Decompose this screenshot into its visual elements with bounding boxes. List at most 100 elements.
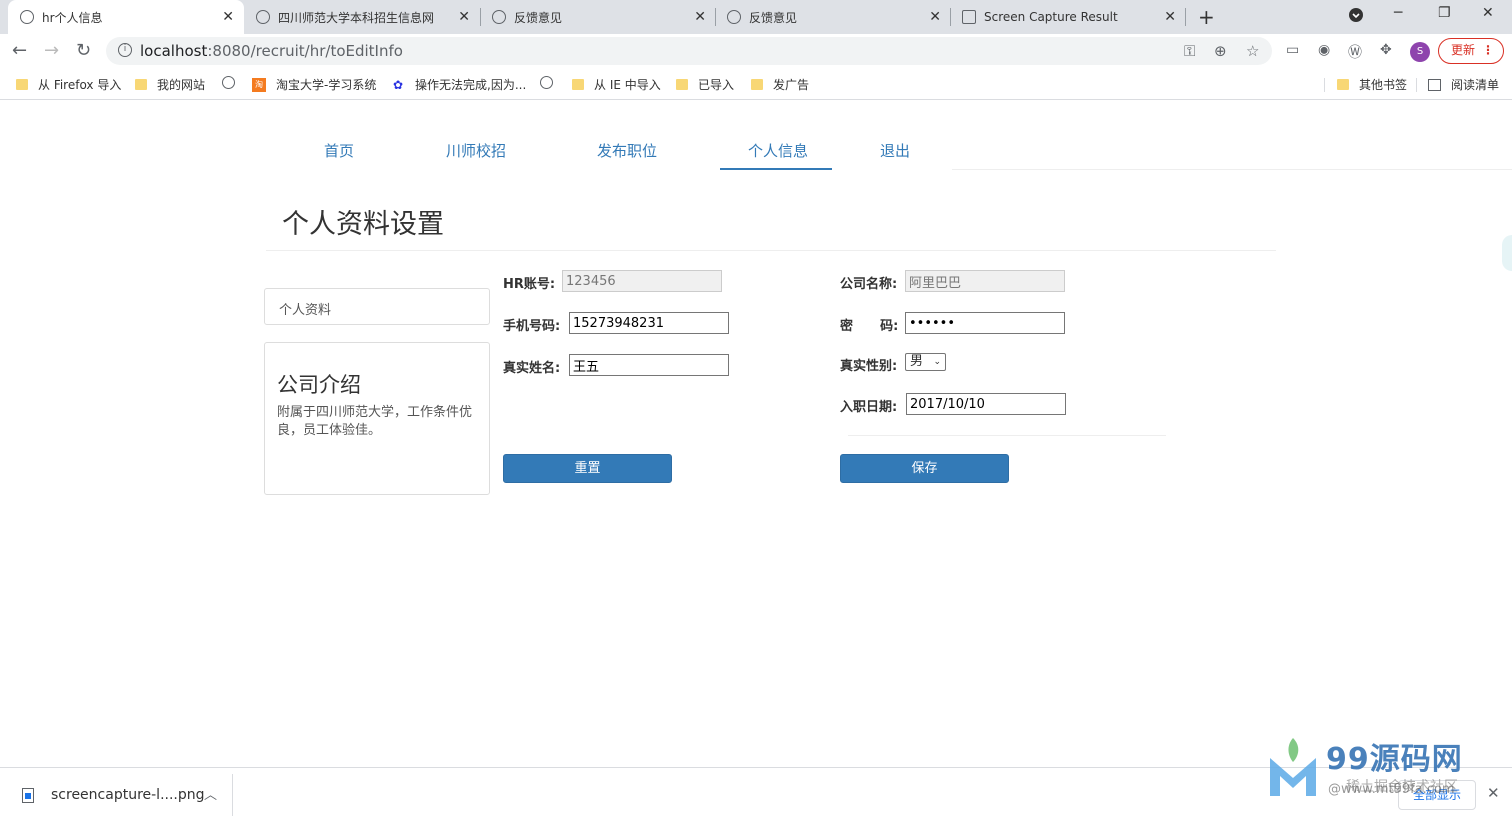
info-icon[interactable]: i	[118, 43, 132, 57]
tab-sicnu[interactable]: 四川师范大学本科招生信息网 ✕	[244, 0, 480, 34]
phone-label: 手机号码:	[503, 319, 561, 334]
chevron-up-icon[interactable]: ︿	[204, 784, 217, 803]
image-file-icon	[22, 788, 34, 803]
bookmark-globe[interactable]	[222, 76, 245, 89]
realname-label: 真实姓名:	[503, 361, 561, 376]
key-icon[interactable]: ⚿	[1184, 42, 1195, 60]
globe-icon	[20, 10, 34, 24]
download-file-name[interactable]: screencapture-l....png	[51, 787, 205, 803]
company-label: 公司名称:	[840, 277, 898, 292]
bookmark-firefox-import[interactable]: 从 Firefox 导入	[16, 76, 121, 93]
bookmark-ads[interactable]: 发广告	[751, 76, 809, 93]
bookmark-taobao[interactable]: 淘淘宝大学-学习系统	[252, 76, 376, 93]
sidebar-item-profile[interactable]: 个人资料	[264, 288, 490, 325]
company-field[interactable]	[905, 270, 1065, 292]
bookmark-divider	[1324, 78, 1325, 92]
tab-feedback-1[interactable]: 反馈意见 ✕	[480, 0, 716, 34]
hr-account-field[interactable]	[562, 270, 722, 292]
taobao-icon: 淘	[252, 77, 266, 92]
tab-title: 反馈意见	[749, 10, 798, 25]
globe-icon	[222, 76, 235, 89]
side-widget[interactable]	[1502, 235, 1512, 271]
realname-field[interactable]	[569, 354, 729, 376]
intro-text: 附属于四川师范大学，工作条件优良，员工体验佳。	[277, 405, 473, 438]
close-icon[interactable]: ✕	[1164, 9, 1176, 25]
phone-field[interactable]	[569, 312, 729, 334]
nav-campus-recruit[interactable]: 川师校招	[446, 140, 506, 161]
download-divider	[232, 774, 233, 816]
watermark-url: @www.mt99fa.com	[1328, 782, 1455, 797]
puzzle-icon[interactable]: ✥	[1380, 42, 1392, 58]
watermark-logo-icon	[1270, 738, 1316, 796]
tab-divider	[1185, 8, 1186, 26]
screen-icon[interactable]: ▭	[1286, 42, 1299, 58]
back-button[interactable]: ←	[12, 40, 27, 61]
star-icon[interactable]: ☆	[1246, 42, 1259, 60]
nav-logout[interactable]: 退出	[880, 140, 910, 161]
nav-home[interactable]: 首页	[324, 140, 354, 161]
password-field[interactable]	[905, 312, 1065, 334]
joindate-field[interactable]	[906, 393, 1066, 415]
globe-icon	[492, 10, 506, 24]
close-window-button[interactable]: ✕	[1482, 5, 1494, 21]
nav-post-job[interactable]: 发布职位	[597, 140, 657, 161]
close-icon[interactable]: ✕	[222, 9, 234, 25]
globe-icon	[256, 10, 270, 24]
bookmark-divider	[1416, 78, 1417, 92]
gender-label: 真实性别:	[840, 359, 898, 374]
bookmark-other[interactable]: 其他书签	[1337, 76, 1407, 93]
folder-icon	[676, 79, 688, 90]
tab-title: hr个人信息	[42, 10, 103, 25]
save-button[interactable]: 保存	[840, 454, 1009, 483]
forward-button[interactable]: →	[44, 40, 59, 61]
gender-select[interactable]: 男 ⌄	[905, 353, 946, 371]
minimize-button[interactable]: ─	[1394, 5, 1402, 21]
camera-icon[interactable]: ◉	[1318, 42, 1330, 58]
company-intro-panel: 公司介绍 附属于四川师范大学，工作条件优良，员工体验佳。	[264, 342, 490, 495]
globe-icon	[727, 10, 741, 24]
chevron-down-icon: ⌄	[933, 357, 941, 367]
folder-icon	[16, 79, 28, 90]
reset-button[interactable]: 重置	[503, 454, 672, 483]
close-icon[interactable]: ✕	[458, 9, 470, 25]
globe-icon	[540, 76, 553, 89]
tab-title: 四川师范大学本科招生信息网	[278, 10, 435, 25]
restore-button[interactable]: ❐	[1438, 5, 1451, 21]
update-button[interactable]: 更新 ⋮	[1438, 38, 1504, 64]
w-extension-icon[interactable]: Ⓦ	[1348, 42, 1362, 62]
folder-icon	[572, 79, 584, 90]
tab-hr-info[interactable]: hr个人信息 ✕	[8, 0, 244, 34]
hr-account-label: HR账号:	[503, 277, 556, 292]
title-divider	[266, 250, 1276, 251]
bookmark-my-site[interactable]: 我的网站	[135, 76, 205, 93]
tab-strip: hr个人信息 ✕ 四川师范大学本科招生信息网 ✕ 反馈意见 ✕ 反馈意见 ✕ S…	[0, 0, 1512, 34]
form-divider	[848, 435, 1166, 436]
tab-screen-capture[interactable]: Screen Capture Result ✕	[950, 0, 1186, 34]
nav-active-indicator	[720, 168, 832, 170]
folder-icon	[1337, 79, 1349, 90]
bookmarks-bar: 从 Firefox 导入 我的网站 淘淘宝大学-学习系统 ✿ 操作无法完成,因为.…	[0, 68, 1512, 100]
joindate-label: 入职日期:	[840, 400, 898, 415]
reading-list-icon	[1428, 78, 1441, 91]
bookmark-globe-2[interactable]	[540, 76, 563, 89]
bookmark-ie-import[interactable]: 从 IE 中导入	[572, 76, 661, 93]
folder-icon	[751, 79, 763, 90]
tab-search-icon[interactable]	[1348, 7, 1364, 27]
reload-button[interactable]: ↻	[76, 40, 91, 61]
new-tab-button[interactable]: +	[1198, 5, 1215, 29]
avatar[interactable]: S	[1410, 42, 1430, 62]
nav-personal-info[interactable]: 个人信息	[748, 140, 808, 161]
bookmark-imported[interactable]: 已导入	[676, 76, 734, 93]
close-icon[interactable]: ✕	[929, 9, 941, 25]
reading-list[interactable]: 阅读清单	[1428, 76, 1499, 93]
tab-title: Screen Capture Result	[984, 10, 1118, 24]
tab-feedback-2[interactable]: 反馈意见 ✕	[715, 0, 951, 34]
bookmark-error[interactable]: ✿ 操作无法完成,因为...	[393, 76, 526, 93]
page-title: 个人资料设置	[282, 209, 444, 240]
zoom-icon[interactable]: ⊕	[1214, 42, 1227, 60]
close-icon[interactable]: ✕	[694, 9, 706, 25]
watermark-brand: 99源码网	[1326, 742, 1463, 777]
url-text[interactable]: localhost:8080/recruit/hr/toEditInfo	[140, 42, 403, 60]
close-icon[interactable]: ✕	[1487, 784, 1500, 802]
address-bar[interactable]: i localhost:8080/recruit/hr/toEditInfo ⚿…	[106, 37, 1272, 65]
